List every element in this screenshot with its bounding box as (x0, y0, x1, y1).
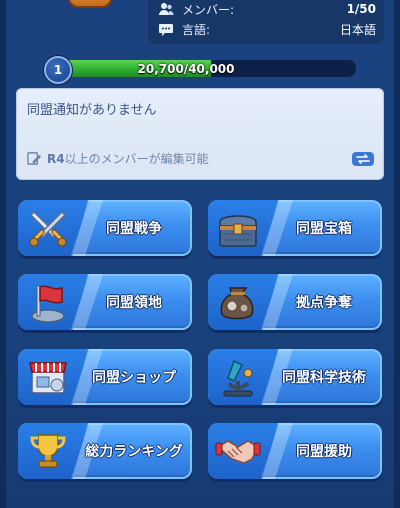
alliance-exp-text: 20,700/40,000 (137, 61, 235, 76)
total-ranking-button[interactable]: 総力ランキング (18, 423, 192, 479)
shop-icon (29, 362, 67, 394)
microscope-icon (223, 359, 253, 397)
alliance-shop-label: 同盟ショップ (92, 370, 176, 386)
stronghold-battle-label: 拠点争奪 (296, 295, 352, 311)
alliance-notice-box[interactable]: 同盟通知がありません R4以上のメンバーが編集可能 (16, 88, 384, 180)
total-ranking-label: 総力ランキング (85, 444, 183, 460)
alliance-chest-label: 同盟宝箱 (296, 221, 352, 237)
members-row: メンバー: 1/50 (158, 0, 376, 18)
speech-bubble-icon (159, 24, 173, 36)
alliance-info-card: メンバー: 1/50 言語: 日本語 (148, 0, 384, 44)
swap-toggle-icon[interactable] (352, 152, 374, 166)
alliance-territory-label: 同盟領地 (106, 295, 162, 311)
alliance-war-label: 同盟戦争 (106, 221, 162, 237)
rank-tag: R4 (47, 152, 65, 166)
alliance-aid-button[interactable]: 同盟援助 (208, 423, 382, 479)
alliance-chest-button[interactable]: 同盟宝箱 (208, 200, 382, 256)
members-value: 1/50 (346, 2, 376, 16)
alliance-tech-label: 同盟科学技術 (282, 370, 366, 386)
alliance-war-button[interactable]: 同盟戦争 (18, 200, 192, 256)
sack-icon (220, 287, 254, 320)
treasure-chest-icon (219, 215, 257, 247)
alliance-territory-button[interactable]: 同盟領地 (18, 274, 192, 330)
stronghold-battle-button[interactable]: 拠点争奪 (208, 274, 382, 330)
members-label: メンバー: (182, 2, 235, 17)
language-row: 言語: 日本語 (158, 20, 376, 38)
notice-edit-hint-text: R4以上のメンバーが編集可能 (47, 150, 209, 167)
language-label: 言語: (182, 22, 211, 37)
alliance-tech-button[interactable]: 同盟科学技術 (208, 349, 382, 405)
edit-hint-label: 以上のメンバーが編集可能 (64, 152, 209, 166)
alliance-emblem[interactable] (68, 0, 112, 8)
trophy-icon (30, 434, 66, 468)
notice-edit-hint: R4以上のメンバーが編集可能 (27, 150, 209, 167)
alliance-notice-text: 同盟通知がありません (27, 103, 157, 118)
alliance-shop-button[interactable]: 同盟ショップ (18, 349, 192, 405)
frame-edge-right (394, 0, 400, 508)
members-icon (159, 3, 174, 15)
edit-icon (27, 152, 42, 165)
red-flag-icon (31, 285, 65, 323)
frame-edge-left (0, 0, 6, 508)
language-value: 日本語 (339, 22, 376, 37)
handshake-icon (215, 440, 261, 464)
crossed-swords-icon (29, 210, 67, 247)
alliance-aid-label: 同盟援助 (296, 444, 352, 460)
